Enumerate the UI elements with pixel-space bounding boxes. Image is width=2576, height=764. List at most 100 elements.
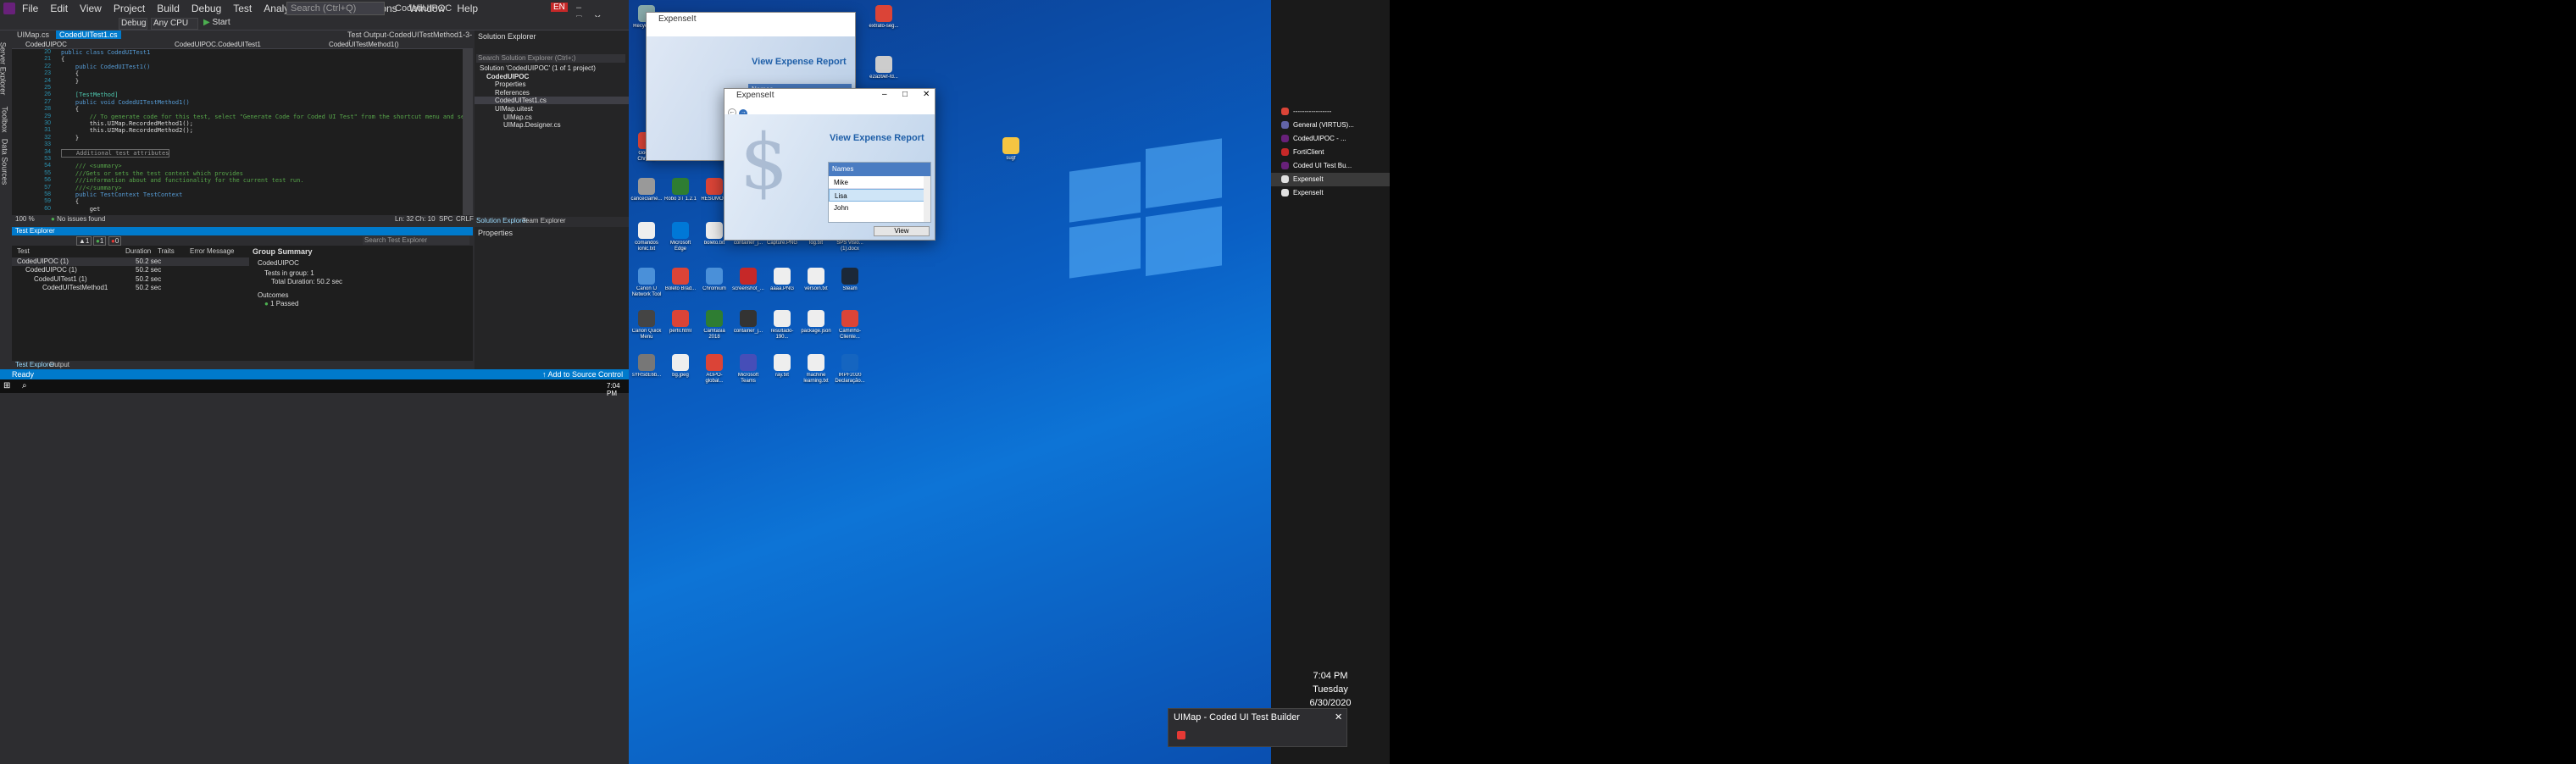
search-box[interactable]: Search (Ctrl+Q): [286, 2, 385, 15]
desktop-icon[interactable]: Canon IJ Network Tool: [630, 266, 663, 307]
taskbar-app[interactable]: ExpenseIt: [1271, 186, 1390, 200]
desktop-icon[interactable]: aaaa.PNG: [766, 266, 798, 307]
menu-item-edit[interactable]: Edit: [50, 3, 68, 14]
names-scrollbar[interactable]: [924, 176, 930, 222]
desktop-icon[interactable]: Canon Quick Menu: [630, 308, 663, 349]
col-test[interactable]: Test: [17, 247, 30, 255]
code-area[interactable]: 20 public class CodedUITest1 21 {22 public …: [12, 49, 463, 215]
toolbox-tab[interactable]: Toolbox: [1, 106, 9, 132]
desktop-icon[interactable]: container_j...: [732, 308, 764, 349]
minimize-button[interactable]: –: [882, 90, 887, 99]
menu-item-debug[interactable]: Debug: [192, 3, 221, 14]
desktop-icon[interactable]: Camtasia 2018: [698, 308, 730, 349]
language-badge[interactable]: EN: [551, 3, 568, 12]
tab-codeduitest1[interactable]: CodedUITest1.cs: [56, 30, 121, 39]
solution-tree-item[interactable]: UIMap.Designer.cs: [503, 121, 561, 129]
vertical-scrollbar[interactable]: [463, 49, 473, 215]
desktop-icon[interactable]: ray.txt: [766, 352, 798, 393]
solution-tree-item[interactable]: Properties: [495, 80, 525, 88]
desktop-icon[interactable]: sYRSdE6b...: [630, 352, 663, 393]
tab-uimap[interactable]: UIMap.cs: [17, 30, 49, 39]
desktop-icon[interactable]: screenshot_...: [732, 266, 764, 307]
desktop-icon[interactable]: IRPF2020 Declaração...: [834, 352, 866, 393]
file-icon: [808, 310, 824, 327]
test-row[interactable]: CodedUITest1 (1) 50.2 sec: [12, 275, 249, 284]
builder-close-icon[interactable]: ✕: [1335, 711, 1342, 722]
desktop-icon[interactable]: resultado-190...: [766, 308, 798, 349]
menu-item-build[interactable]: Build: [157, 3, 180, 14]
passed-count[interactable]: ●1: [93, 236, 107, 246]
desktop-icon[interactable]: sugf: [995, 136, 1027, 176]
total-count[interactable]: ▲1: [76, 236, 92, 246]
nav-member[interactable]: CodedUITestMethod1(): [329, 41, 399, 48]
name-item-lisa[interactable]: Lisa: [829, 189, 930, 202]
col-error[interactable]: Error Message: [190, 247, 234, 255]
taskbar-app[interactable]: ExpenseIt: [1271, 173, 1390, 186]
taskbar-app[interactable]: FortiClient: [1271, 146, 1390, 159]
desktop-icon[interactable]: package.json: [800, 308, 832, 349]
taskbar-app[interactable]: General (VIRTUS)...: [1271, 119, 1390, 132]
desktop-icon[interactable]: comandos ionic.txt: [630, 220, 663, 261]
desktop-icon[interactable]: bg.jpeg: [664, 352, 697, 393]
data-sources-tab[interactable]: Data Sources: [0, 139, 8, 185]
source-control-button[interactable]: ↑ Add to Source Control: [542, 370, 623, 379]
col-traits[interactable]: Traits: [158, 247, 175, 255]
desktop-icon[interactable]: machine learning.txt: [800, 352, 832, 393]
solution-tree-item[interactable]: References: [495, 89, 530, 97]
solution-tree-item[interactable]: CodedUITest1.cs: [475, 97, 629, 105]
tab-team-explorer[interactable]: Team Explorer: [522, 217, 566, 224]
start-button[interactable]: ▶ Start: [203, 18, 230, 27]
clock[interactable]: 7:04 PM Tuesday 6/30/2020: [1296, 669, 1364, 710]
close-button[interactable]: ✕: [923, 90, 930, 99]
col-duration[interactable]: Duration: [125, 247, 151, 255]
desktop-icon-label: sugf: [1006, 156, 1016, 161]
name-item-mike[interactable]: Mike: [829, 176, 930, 189]
tab-solution-explorer[interactable]: Solution Explorer: [476, 217, 528, 224]
desktop-icon[interactable]: Microsoft Edge: [664, 220, 697, 261]
solution-tree-item[interactable]: UIMap.uitest: [495, 105, 533, 113]
solution-tree-item[interactable]: UIMap.cs: [503, 113, 532, 121]
maximize-button[interactable]: □: [902, 90, 908, 99]
record-button[interactable]: [1177, 731, 1185, 739]
test-row[interactable]: CodedUITestMethod1 50.2 sec: [12, 284, 249, 292]
nav-class[interactable]: CodedUIPOC.CodedUITest1: [175, 41, 261, 48]
desktop-icon-label: log.txt: [808, 241, 823, 246]
solution-tree-item[interactable]: Solution 'CodedUIPOC' (1 of 1 project): [480, 64, 596, 72]
desktop-icon[interactable]: Steam: [834, 266, 866, 307]
nav-project[interactable]: CodedUIPOC: [25, 41, 67, 48]
menu-item-help[interactable]: Help: [457, 3, 478, 14]
desktop-icon[interactable]: Chromium: [698, 266, 730, 307]
name-item-john[interactable]: John: [829, 202, 930, 214]
taskbar-app[interactable]: CodedUIPOC - ...: [1271, 132, 1390, 146]
desktop-icon[interactable]: Boleto Brad...: [664, 266, 697, 307]
test-row[interactable]: CodedUIPOC (1) 50.2 sec: [12, 257, 249, 266]
start-icon[interactable]: ⊞: [3, 381, 10, 390]
search-icon[interactable]: ⌕: [22, 381, 27, 390]
taskbar-app[interactable]: -----------------: [1271, 105, 1390, 119]
desktop-icon[interactable]: Robo 3T 1.2.1: [664, 176, 697, 217]
platform-dropdown[interactable]: Any CPU: [151, 18, 198, 30]
solution-search[interactable]: Search Solution Explorer (Ctrl+;): [476, 54, 625, 63]
test-row[interactable]: CodedUIPOC (1) 50.2 sec: [12, 266, 249, 274]
server-explorer-tab[interactable]: Server Explorer: [0, 42, 7, 96]
desktop-icon[interactable]: versoin.txt: [800, 266, 832, 307]
desktop-icon[interactable]: Caminho-Cliente...: [834, 308, 866, 349]
desktop-icon[interactable]: extrato-seg...: [868, 3, 900, 44]
menu-item-test[interactable]: Test: [233, 3, 252, 14]
taskbar-app[interactable]: Coded UI Test Bu...: [1271, 159, 1390, 173]
test-search[interactable]: Search Test Explorer: [363, 236, 469, 245]
menu-item-view[interactable]: View: [80, 3, 102, 14]
menu-item-file[interactable]: File: [22, 3, 38, 14]
desktop-icon[interactable]: canceclame...: [630, 176, 663, 217]
desktop-icon[interactable]: Microsoft Teams: [732, 352, 764, 393]
view-button[interactable]: View: [874, 226, 930, 236]
zoom-level[interactable]: 100 %: [15, 215, 35, 223]
file-icon: [638, 310, 655, 327]
desktop-icon[interactable]: AGPO-global...: [698, 352, 730, 393]
solution-tree-item[interactable]: CodedUIPOC: [486, 73, 529, 80]
desktop-icon[interactable]: perfil.html: [664, 308, 697, 349]
tab-output[interactable]: Output: [49, 361, 69, 368]
menu-item-project[interactable]: Project: [114, 3, 145, 14]
failed-count[interactable]: ●0: [108, 236, 122, 246]
config-dropdown[interactable]: Debug: [119, 18, 147, 30]
